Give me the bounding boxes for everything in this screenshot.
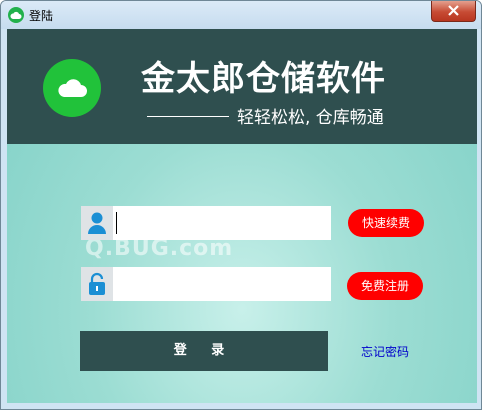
slogan-text: 轻轻松松, 仓库畅通	[237, 108, 384, 128]
window-title: 登陆	[29, 9, 54, 23]
password-input[interactable]	[115, 270, 329, 298]
username-input[interactable]	[115, 209, 329, 237]
username-field[interactable]	[81, 206, 331, 240]
app-cloud-icon	[8, 7, 24, 23]
header-banner: 金太郎仓储软件 轻轻松松, 仓库畅通	[7, 29, 477, 144]
login-window: 登陆 金太郎仓储软件 轻轻松松, 仓库畅通 Q.BUG.com 快速续费 免费注…	[0, 0, 482, 410]
password-field[interactable]	[81, 267, 331, 301]
forgot-password-link[interactable]: 忘记密码	[361, 343, 409, 360]
free-register-button[interactable]: 免费注册	[347, 272, 423, 300]
close-button[interactable]	[431, 1, 476, 22]
login-panel: 金太郎仓储软件 轻轻松松, 仓库畅通 Q.BUG.com 快速续费 免费注册 登…	[7, 29, 477, 403]
cloud-icon	[43, 59, 101, 117]
text-caret	[116, 212, 117, 234]
lock-icon	[81, 267, 113, 301]
app-title: 金太郎仓储软件	[141, 59, 386, 99]
quick-renew-button[interactable]: 快速续费	[348, 209, 424, 237]
login-button[interactable]: 登 录	[80, 331, 328, 371]
slogan-divider	[147, 116, 229, 117]
close-icon	[448, 5, 459, 16]
title-bar[interactable]: 登陆	[1, 1, 481, 29]
user-icon	[81, 206, 113, 240]
